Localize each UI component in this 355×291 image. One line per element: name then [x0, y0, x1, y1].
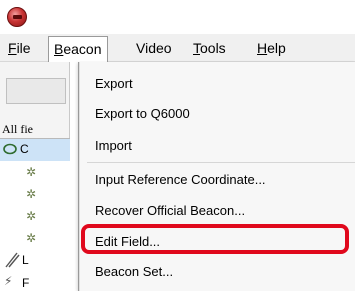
- menu-tools-accesskey: T: [193, 40, 200, 56]
- left-panel: All fie C ✲ ✲ ✲ ✲ L ⚡ F: [0, 62, 70, 291]
- menu-tools-label: ools: [200, 40, 226, 56]
- menu-item-export[interactable]: Export: [95, 72, 133, 96]
- beacon-point-icon: ✲: [26, 187, 37, 201]
- menu-separator: [87, 162, 355, 163]
- menu-video[interactable]: Video: [131, 37, 177, 59]
- menu-item-input-reference-coordinate[interactable]: Input Reference Coordinate...: [95, 168, 266, 192]
- line-tool-icon: [5, 252, 20, 268]
- menu-beacon-accesskey: B: [54, 41, 64, 57]
- menu-file-label: ile: [16, 40, 31, 56]
- menu-beacon[interactable]: Beacon: [48, 36, 108, 62]
- edit-field-highlight: [81, 224, 349, 254]
- toolbar-field[interactable]: [6, 78, 66, 104]
- field-outline-icon: [3, 143, 17, 155]
- menu-help-accesskey: H: [257, 40, 268, 56]
- tree-row-root[interactable]: C: [0, 139, 70, 161]
- tree-row-5[interactable]: L: [0, 249, 70, 271]
- app-logo-icon[interactable]: [7, 7, 27, 27]
- tree-row-5-label: L: [22, 253, 29, 267]
- title-bar: [0, 0, 355, 34]
- menu-item-import[interactable]: Import: [95, 134, 132, 158]
- filter-label: All fie: [2, 122, 33, 136]
- menu-help[interactable]: Help: [252, 37, 291, 59]
- menu-gutter: [79, 62, 80, 291]
- menu-help-label: elp: [267, 40, 286, 56]
- beacon-point-icon: ✲: [26, 231, 37, 245]
- path-tool-icon: ⚡: [4, 274, 13, 288]
- menu-item-export-q6000[interactable]: Export to Q6000: [95, 102, 190, 126]
- tree-root-label: C: [20, 142, 29, 156]
- tree-row-2[interactable]: ✲: [0, 183, 70, 205]
- beacon-point-icon: ✲: [26, 209, 37, 223]
- menu-item-beacon-set[interactable]: Beacon Set...: [95, 260, 173, 284]
- menu-tools[interactable]: Tools: [188, 37, 231, 59]
- tree-row-3[interactable]: ✲: [0, 205, 70, 227]
- menu-file-accesskey: F: [8, 40, 17, 56]
- field-tree: C ✲ ✲ ✲ ✲ L ⚡ F: [0, 138, 70, 291]
- beacon-menu-dropdown: Export Export to Q6000 Import Input Refe…: [78, 62, 355, 291]
- menu-file[interactable]: File: [3, 37, 36, 59]
- menu-beacon-label: eacon: [63, 41, 102, 57]
- tree-row-1[interactable]: ✲: [0, 161, 70, 183]
- tree-row-6-label: F: [22, 276, 30, 290]
- menu-video-label: Video: [136, 40, 172, 56]
- beacon-point-icon: ✲: [26, 165, 37, 179]
- tree-row-4[interactable]: ✲: [0, 227, 70, 249]
- tree-row-6[interactable]: ⚡ F: [0, 271, 70, 291]
- menu-item-recover-official-beacon[interactable]: Recover Official Beacon...: [95, 199, 245, 223]
- menu-bar: File Beacon Video Tools Help: [0, 34, 355, 62]
